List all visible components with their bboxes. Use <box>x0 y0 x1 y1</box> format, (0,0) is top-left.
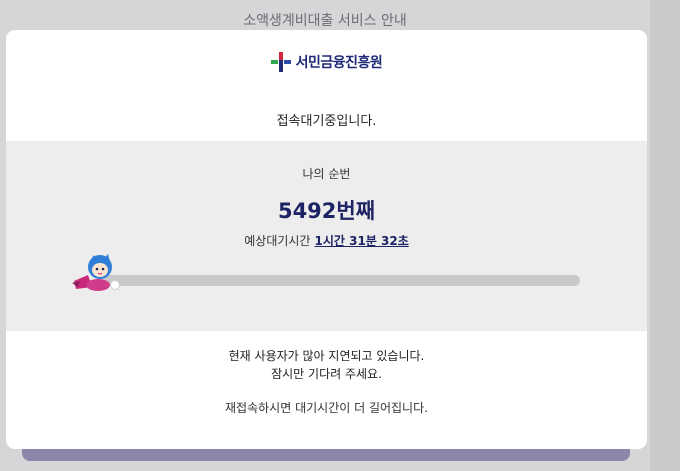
estimated-wait-value: 1시간 31분 32초 <box>314 234 409 248</box>
background-page-title: 소액생계비대출 서비스 안내 <box>243 13 407 29</box>
queue-panel: 나의 순번 5492번째 예상대기시간 1시간 31분 32초 <box>6 141 647 331</box>
estimated-wait: 예상대기시간 1시간 31분 32초 <box>6 232 647 249</box>
status-message: 접속대기중입니다. <box>276 114 377 129</box>
waiting-queue-modal: 서민금융진흥원 접속대기중입니다. 나의 순번 5492번째 예상대기시간 1시간… <box>6 30 647 449</box>
reconnect-warning: 재접속하시면 대기시간이 더 길어집니다. <box>225 401 428 415</box>
queue-position-value: 5492번째 <box>277 199 376 223</box>
delay-notice-line-2: 잠시만 기다려 주세요. <box>271 367 382 381</box>
queue-position-label: 나의 순번 <box>302 167 351 181</box>
queue-progress-bar <box>100 275 580 286</box>
delay-notice: 현재 사용자가 많아 지연되고 있습니다. 잠시만 기다려 주세요. <box>6 347 647 383</box>
delay-notice-line-1: 현재 사용자가 많아 지연되고 있습니다. <box>228 349 425 363</box>
estimated-wait-label: 예상대기시간 <box>244 234 311 248</box>
flying-mascot-icon <box>72 254 120 291</box>
background-scroll-area <box>650 0 680 471</box>
brand-logo: 서민금융진흥원 <box>6 52 647 72</box>
kinfa-logo-icon <box>270 52 291 72</box>
logo-text: 서민금융진흥원 <box>295 55 383 71</box>
